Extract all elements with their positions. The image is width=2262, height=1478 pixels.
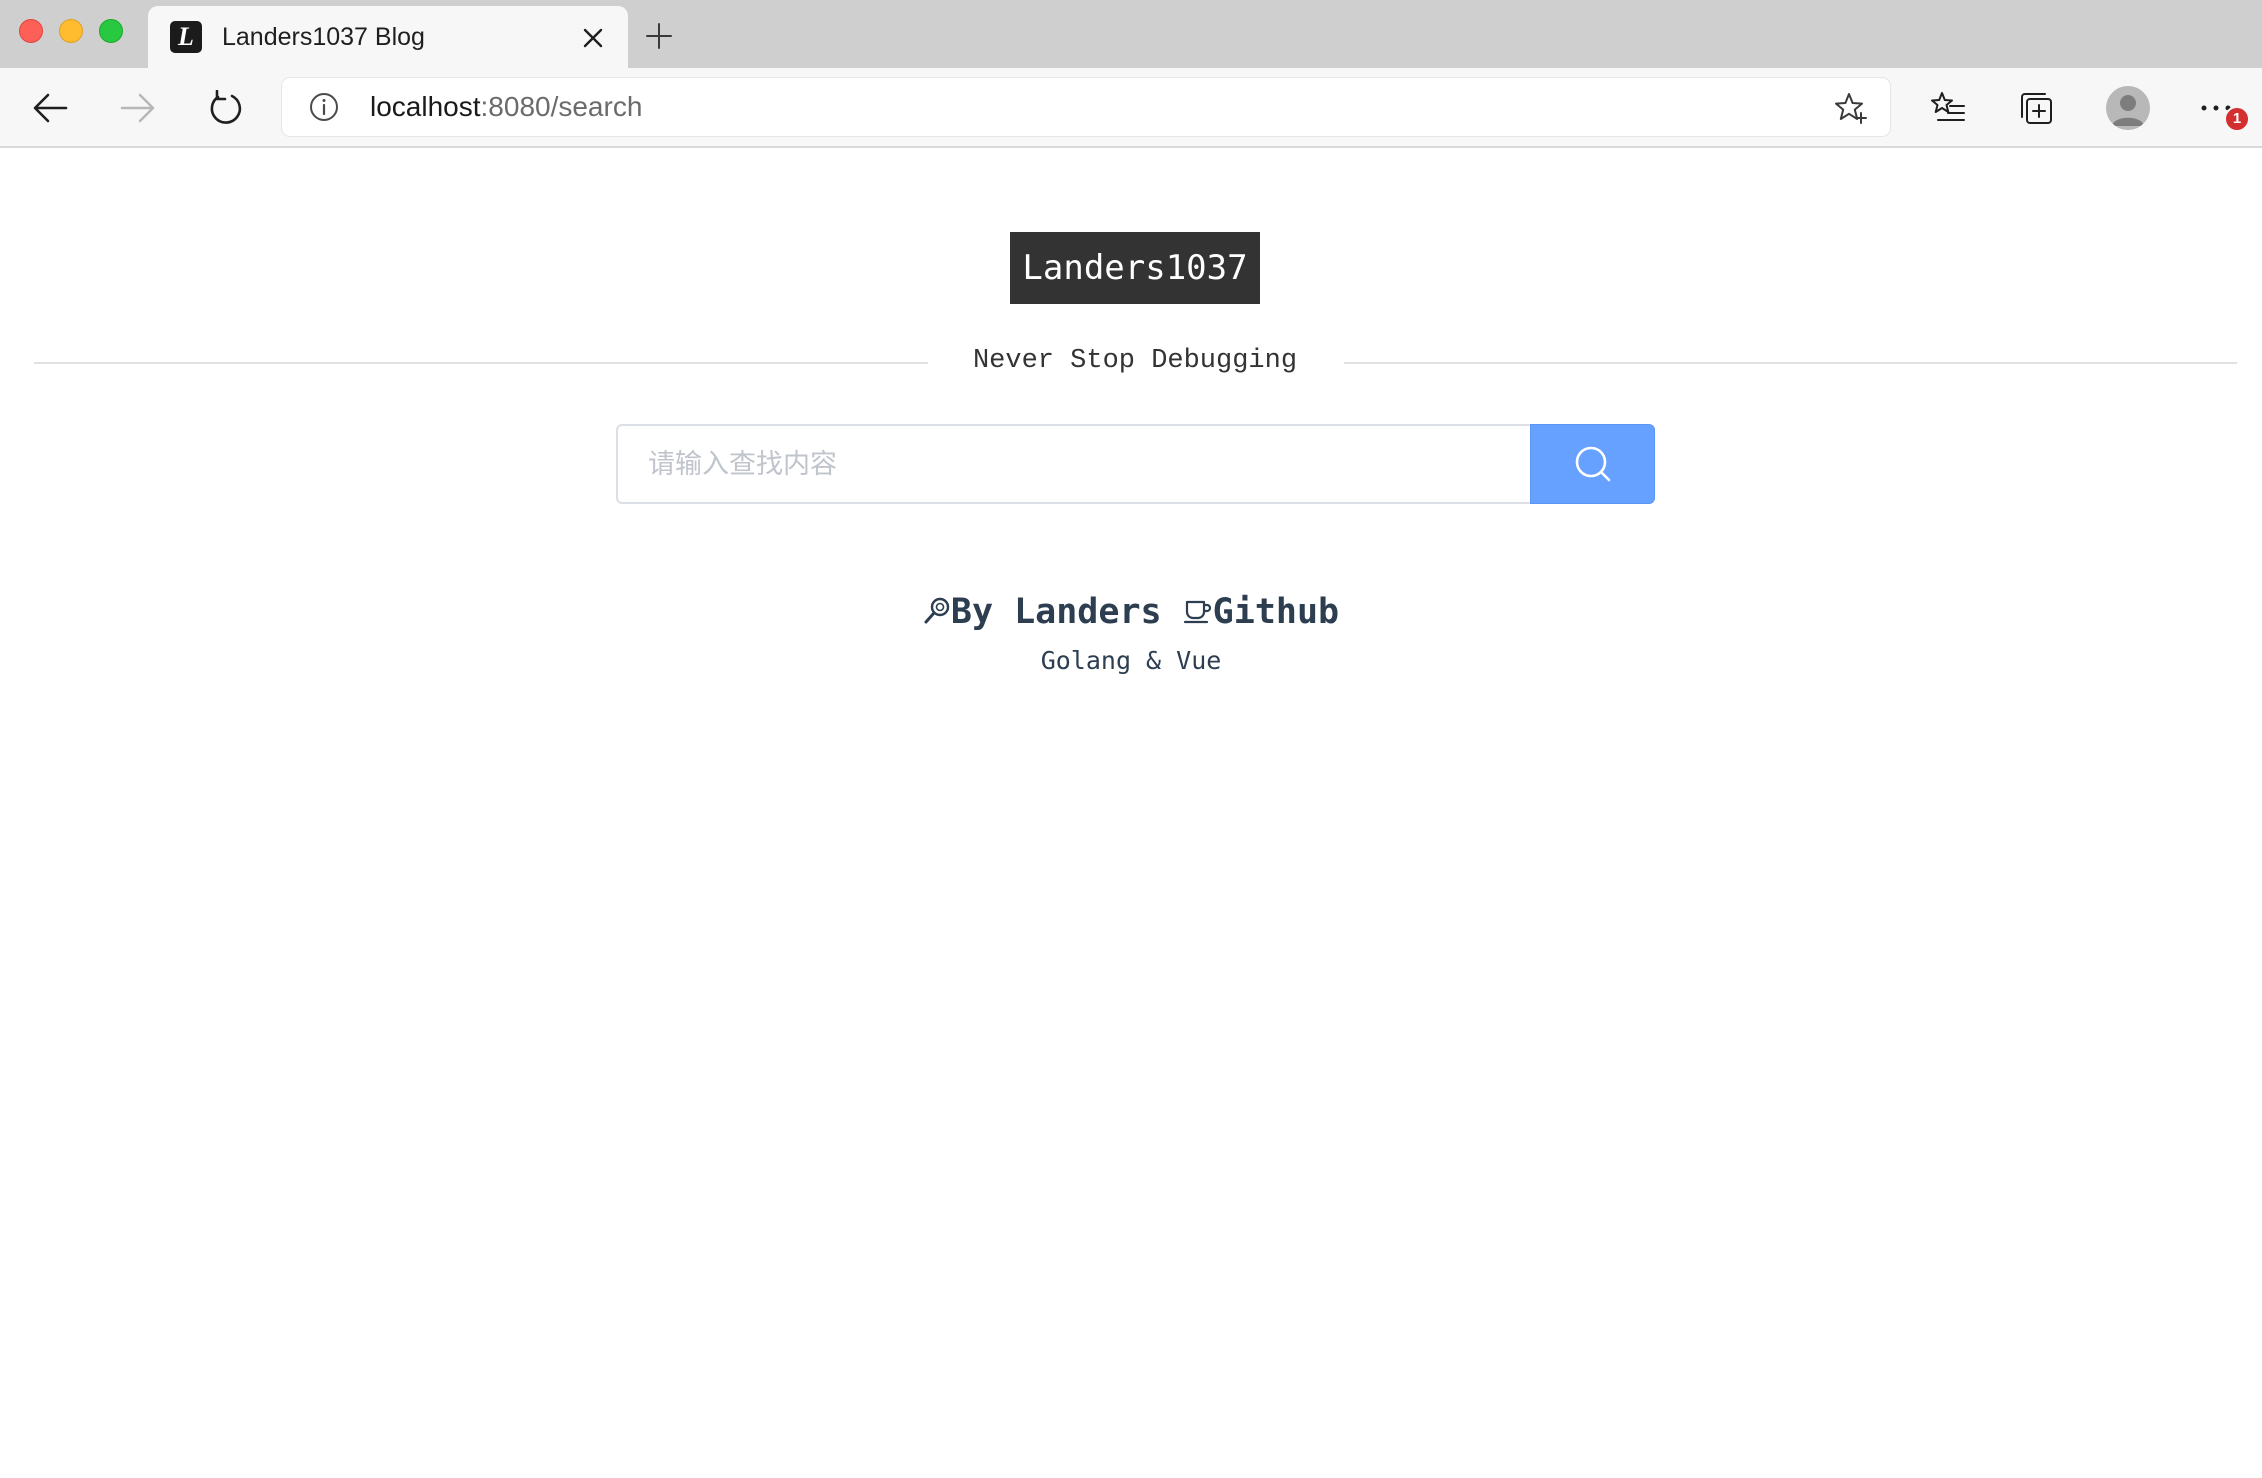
tech-stack-text: Golang & Vue bbox=[1040, 646, 1222, 675]
search-bar bbox=[616, 424, 1655, 504]
footer-links: By Landers Github bbox=[0, 592, 2262, 632]
magnifier-icon bbox=[924, 597, 950, 624]
url-host: localhost bbox=[370, 91, 481, 122]
coffee-cup-icon bbox=[1183, 600, 1211, 624]
site-slogan: Never Stop Debugging bbox=[972, 346, 1298, 376]
author-link-label: By Landers bbox=[950, 592, 1162, 632]
favorites-list-icon[interactable] bbox=[1930, 90, 1966, 126]
author-link[interactable]: By Landers bbox=[923, 592, 1162, 632]
new-tab-icon[interactable] bbox=[645, 22, 673, 50]
browser-toolbar: localhost:8080/search 1 bbox=[0, 68, 2262, 148]
site-info-icon[interactable] bbox=[308, 91, 340, 123]
site-favicon-icon: L bbox=[170, 21, 202, 53]
back-arrow-icon[interactable] bbox=[32, 92, 68, 124]
browser-tab-strip: L Landers1037 Blog bbox=[0, 0, 2262, 68]
address-bar-url: localhost:8080/search bbox=[370, 91, 642, 123]
address-bar[interactable]: localhost:8080/search bbox=[282, 78, 1890, 136]
window-maximize-button[interactable] bbox=[99, 19, 123, 43]
window-minimize-button[interactable] bbox=[59, 19, 83, 43]
browser-tab-active[interactable]: L Landers1037 Blog bbox=[148, 6, 628, 68]
add-favorite-star-icon[interactable] bbox=[1834, 91, 1868, 125]
window-close-button[interactable] bbox=[19, 19, 43, 43]
reload-icon[interactable] bbox=[208, 90, 244, 126]
forward-arrow-icon[interactable] bbox=[120, 92, 156, 124]
github-link-label: Github bbox=[1212, 592, 1340, 632]
tab-close-icon[interactable] bbox=[580, 25, 606, 51]
url-path: :8080/search bbox=[480, 91, 643, 122]
tab-title: Landers1037 Blog bbox=[222, 23, 425, 51]
github-link[interactable]: Github bbox=[1183, 592, 1339, 632]
search-icon bbox=[1575, 446, 1610, 482]
search-button[interactable] bbox=[1530, 424, 1655, 504]
person-icon bbox=[2112, 95, 2144, 126]
search-input[interactable] bbox=[616, 424, 1530, 504]
collections-icon[interactable] bbox=[2018, 90, 2054, 126]
divider-left bbox=[34, 362, 928, 364]
update-notification-badge: 1 bbox=[2224, 106, 2250, 132]
divider-right bbox=[1344, 362, 2237, 364]
profile-avatar[interactable] bbox=[2106, 86, 2150, 130]
site-logo[interactable]: Landers1037 bbox=[1010, 232, 1260, 304]
